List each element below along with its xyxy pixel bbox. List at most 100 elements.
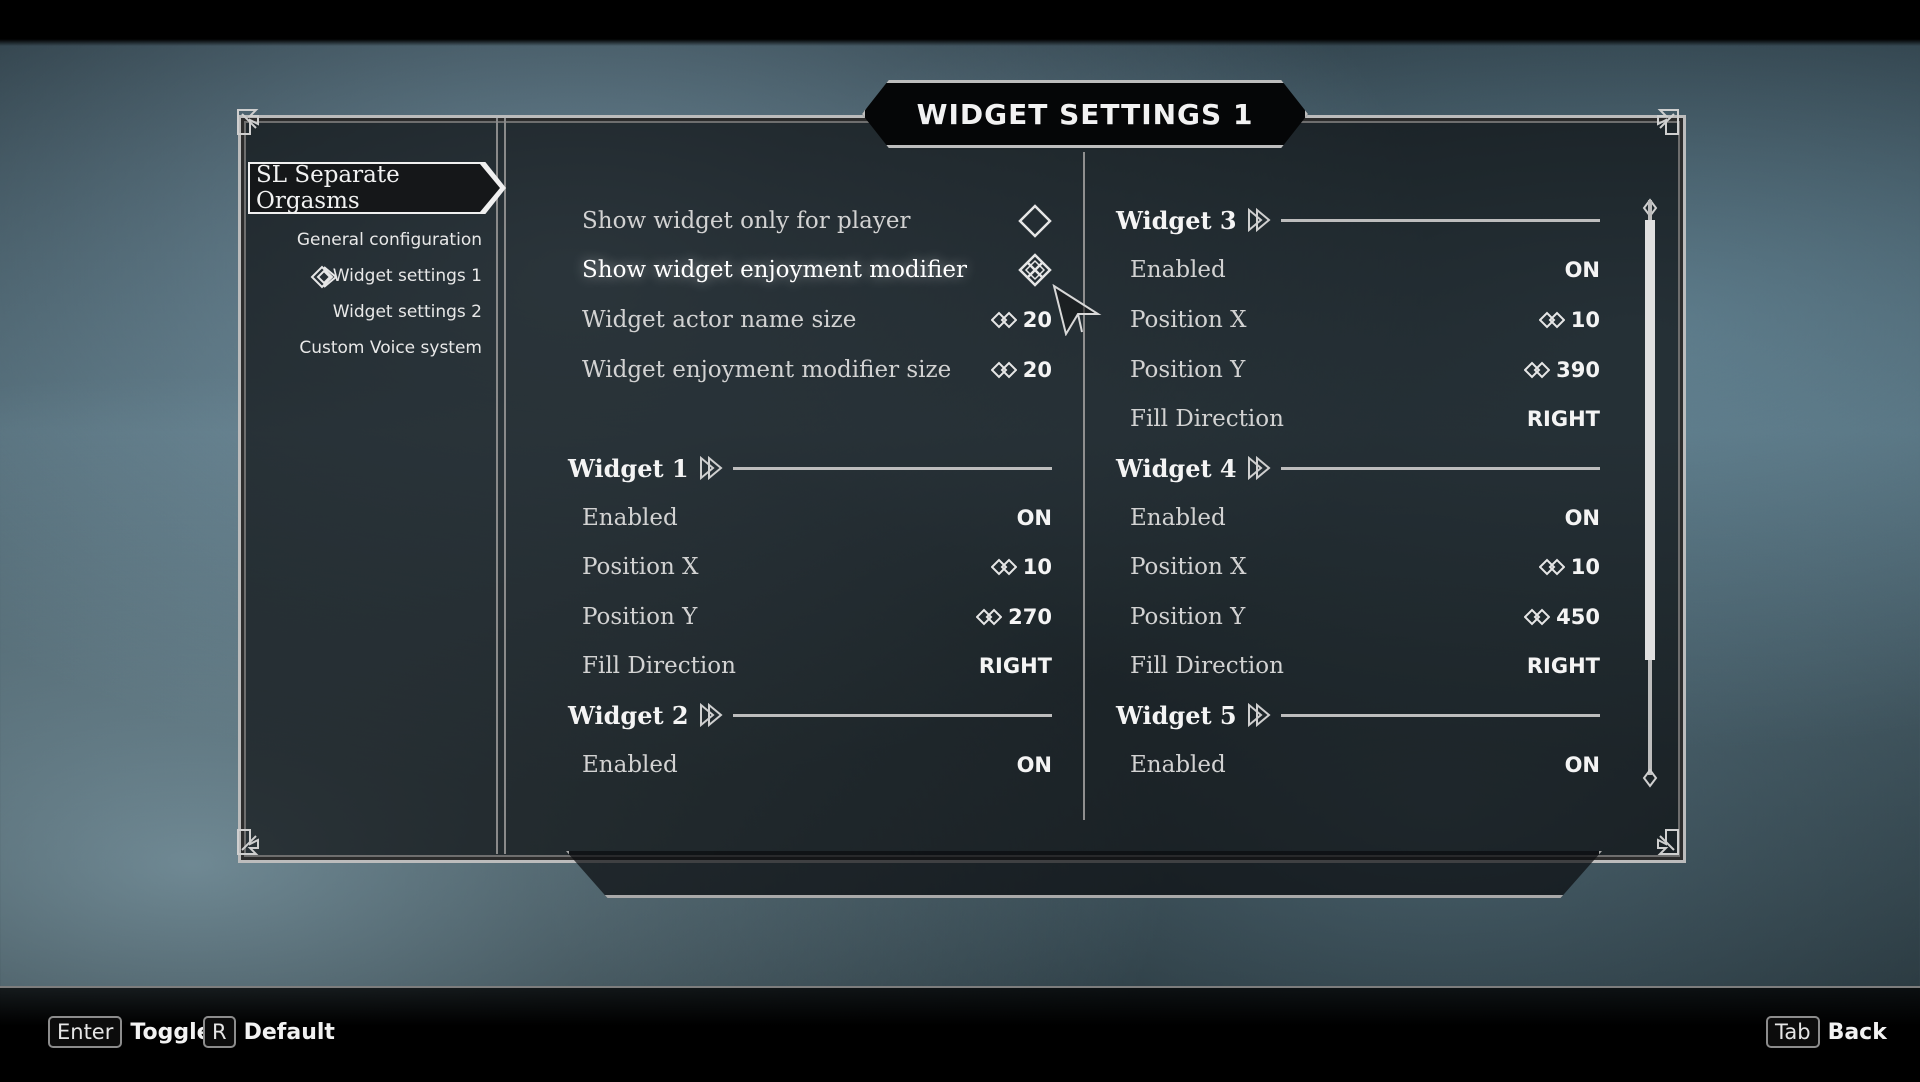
option-label: Position X — [582, 554, 699, 580]
widget-1-position-x-option[interactable]: Position X 10 — [582, 547, 1052, 587]
back-hint-label: Back — [1827, 1019, 1887, 1045]
widget-4-position-x-option[interactable]: Position X 10 — [1130, 547, 1600, 587]
empty-diamond-checkbox-icon[interactable] — [1018, 204, 1052, 238]
toggle-hint[interactable]: Enter Toggle — [48, 1016, 212, 1048]
r-key-icon: R — [203, 1016, 236, 1048]
option-value: ON — [1564, 753, 1600, 777]
option-label: Enabled — [582, 505, 678, 531]
widget-3-position-x-option[interactable]: Position X 10 — [1130, 300, 1600, 340]
widget-5-header: Widget 5 — [1116, 695, 1600, 735]
left-column-divider — [496, 118, 506, 854]
widget-1-header: Widget 1 — [568, 448, 1052, 488]
page-item-label: Custom Voice system — [299, 338, 482, 358]
option-label: Position Y — [1130, 357, 1246, 383]
tab-key-icon: Tab — [1766, 1016, 1820, 1048]
middle-column-divider — [1083, 152, 1085, 820]
celtic-knot-icon — [310, 265, 338, 289]
header-divider-line — [1280, 219, 1600, 222]
back-hint[interactable]: Tab Back — [1766, 1016, 1887, 1048]
option-value: 10 — [1022, 555, 1052, 579]
widget-4-header: Widget 4 — [1116, 448, 1600, 488]
section-header-label: Widget 1 — [568, 453, 689, 483]
option-show-widget-enjoyment-modifier[interactable]: Show widget enjoyment modifier — [582, 250, 1052, 290]
slider-icon — [990, 311, 1017, 329]
header-arrow-icon — [1247, 208, 1271, 232]
default-hint[interactable]: R Default — [203, 1016, 335, 1048]
mouse-cursor-icon — [1052, 284, 1102, 336]
widget-3-enabled-option[interactable]: Enabled ON — [1130, 250, 1600, 290]
widget-1-fill-direction-option[interactable]: Fill Direction RIGHT — [582, 646, 1052, 686]
slider-icon — [1538, 311, 1565, 329]
corner-ornament-icon — [237, 109, 259, 135]
page-item-label: Widget settings 1 — [332, 266, 482, 286]
widget-3-position-y-option[interactable]: Position Y 390 — [1130, 350, 1600, 390]
option-label: Enabled — [1130, 505, 1226, 531]
page-list: General configuration Widget settings 1 … — [290, 222, 482, 366]
page-item-widget-settings-2[interactable]: Widget settings 2 — [290, 294, 482, 330]
header-divider-line — [1280, 714, 1600, 717]
option-value: 270 — [1008, 605, 1052, 629]
section-header-label: Widget 3 — [1116, 205, 1237, 235]
section-header-label: Widget 2 — [568, 700, 689, 730]
slider-icon — [990, 558, 1017, 576]
page-item-widget-settings-1[interactable]: Widget settings 1 — [290, 258, 482, 294]
option-value: 20 — [1022, 358, 1052, 382]
option-label: Position Y — [582, 604, 698, 630]
page-title-banner: WIDGET SETTINGS 1 — [862, 80, 1308, 148]
slider-icon — [1538, 558, 1565, 576]
option-label: Show widget enjoyment modifier — [582, 257, 967, 283]
header-arrow-icon — [699, 456, 723, 480]
option-label: Position Y — [1130, 604, 1246, 630]
option-widget-enjoyment-modifier-size[interactable]: Widget enjoyment modifier size 20 — [582, 350, 1052, 390]
mod-name-label: SL Separate Orgasms — [256, 162, 400, 214]
header-divider-line — [732, 467, 1052, 470]
option-label: Show widget only for player — [582, 208, 911, 234]
section-header-label: Widget 5 — [1116, 700, 1237, 730]
widget-4-enabled-option[interactable]: Enabled ON — [1130, 498, 1600, 538]
slider-icon — [990, 361, 1017, 379]
option-label: Position X — [1130, 554, 1247, 580]
header-divider-line — [732, 714, 1052, 717]
widget-1-enabled-option[interactable]: Enabled ON — [582, 498, 1052, 538]
option-label: Widget enjoyment modifier size — [582, 357, 952, 383]
scrollbar-thumb[interactable] — [1645, 220, 1655, 660]
corner-ornament-icon — [237, 829, 259, 855]
widget-3-header: Widget 3 — [1116, 200, 1600, 240]
widget-1-position-y-option[interactable]: Position Y 270 — [582, 597, 1052, 637]
option-value: RIGHT — [1526, 407, 1600, 431]
widget-2-header: Widget 2 — [568, 695, 1052, 735]
header-arrow-icon — [699, 703, 723, 727]
page-title: WIDGET SETTINGS 1 — [916, 97, 1254, 131]
page-item-general-configuration[interactable]: General configuration — [290, 222, 482, 258]
option-widget-actor-name-size[interactable]: Widget actor name size 20 — [582, 300, 1052, 340]
toggle-hint-label: Toggle — [130, 1019, 212, 1045]
option-value: ON — [1016, 753, 1052, 777]
option-value: 20 — [1022, 308, 1052, 332]
option-show-widget-only-for-player[interactable]: Show widget only for player — [582, 201, 1052, 241]
option-label: Enabled — [582, 752, 678, 778]
top-letterbox-bar — [0, 0, 1920, 46]
widget-4-position-y-option[interactable]: Position Y 450 — [1130, 597, 1600, 637]
option-value: 390 — [1556, 358, 1600, 382]
widget-3-fill-direction-option[interactable]: Fill Direction RIGHT — [1130, 399, 1600, 439]
option-value: ON — [1016, 506, 1052, 530]
knot-diamond-checkbox-icon[interactable] — [1018, 253, 1052, 287]
option-value: RIGHT — [1526, 654, 1600, 678]
option-label: Fill Direction — [582, 653, 736, 679]
mod-name-button[interactable]: SL Separate Orgasms — [250, 164, 500, 212]
corner-ornament-icon — [1657, 829, 1679, 855]
option-label: Fill Direction — [1130, 653, 1284, 679]
scroll-down-arrow-icon[interactable] — [1642, 762, 1658, 788]
page-item-custom-voice-system[interactable]: Custom Voice system — [290, 330, 482, 366]
slider-icon — [976, 608, 1003, 626]
widget-2-enabled-option[interactable]: Enabled ON — [582, 745, 1052, 785]
option-label: Position X — [1130, 307, 1247, 333]
option-value: ON — [1564, 258, 1600, 282]
widget-4-fill-direction-option[interactable]: Fill Direction RIGHT — [1130, 646, 1600, 686]
option-value: 10 — [1570, 555, 1600, 579]
slider-icon — [1524, 361, 1551, 379]
widget-5-enabled-option[interactable]: Enabled ON — [1130, 745, 1600, 785]
default-hint-label: Default — [243, 1019, 335, 1045]
header-divider-line — [1280, 467, 1600, 470]
header-arrow-icon — [1247, 703, 1271, 727]
